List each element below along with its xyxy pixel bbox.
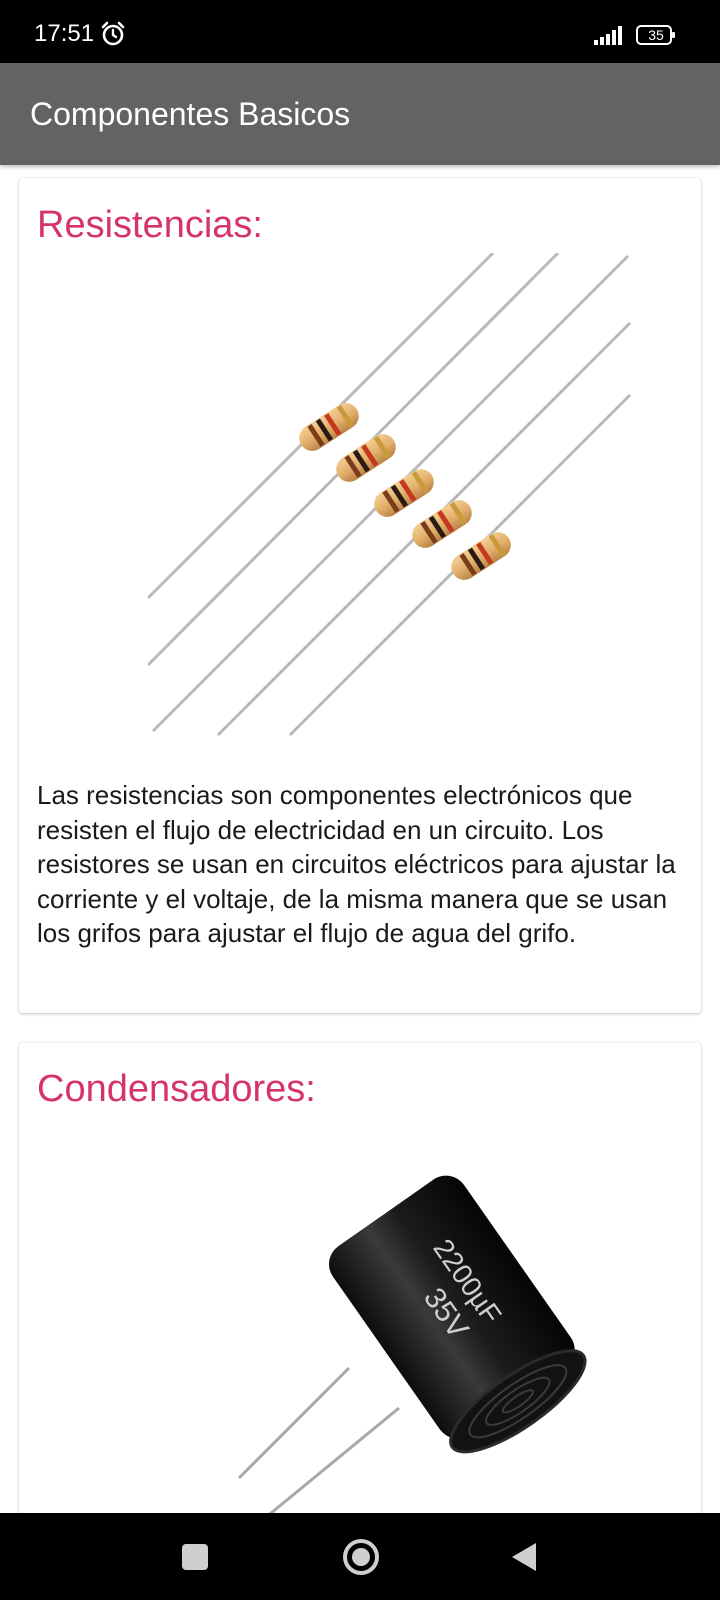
battery-level: 35 <box>648 27 664 43</box>
card-description: Las resistencias son componentes electró… <box>37 780 676 949</box>
scroll-content[interactable]: Resistencias: Las resistencias son compo… <box>0 165 720 1513</box>
page-title: Componentes Basicos <box>30 96 351 132</box>
home-icon[interactable] <box>339 1535 383 1579</box>
card-condensadores: Condensadores: 35V 2200µF <box>19 1043 701 1513</box>
signal-icon <box>594 26 622 45</box>
resistors-image <box>148 253 632 737</box>
status-time: 17:51 <box>34 20 95 47</box>
capacitor-image: 35V 2200µF <box>237 1175 587 1513</box>
navigation-bar <box>0 1513 720 1600</box>
alarm-icon <box>101 21 125 46</box>
status-bar: 17:51 35 <box>0 0 720 63</box>
app-bar: Componentes Basicos <box>0 63 720 165</box>
recents-icon[interactable] <box>173 1535 217 1579</box>
card-heading: Condensadores: <box>37 1068 316 1110</box>
card-resistencias: Resistencias: Las resistencias son compo… <box>19 178 701 1013</box>
card-heading: Resistencias: <box>37 204 263 246</box>
back-icon[interactable] <box>502 1535 546 1579</box>
battery-icon: 35 <box>636 24 676 46</box>
